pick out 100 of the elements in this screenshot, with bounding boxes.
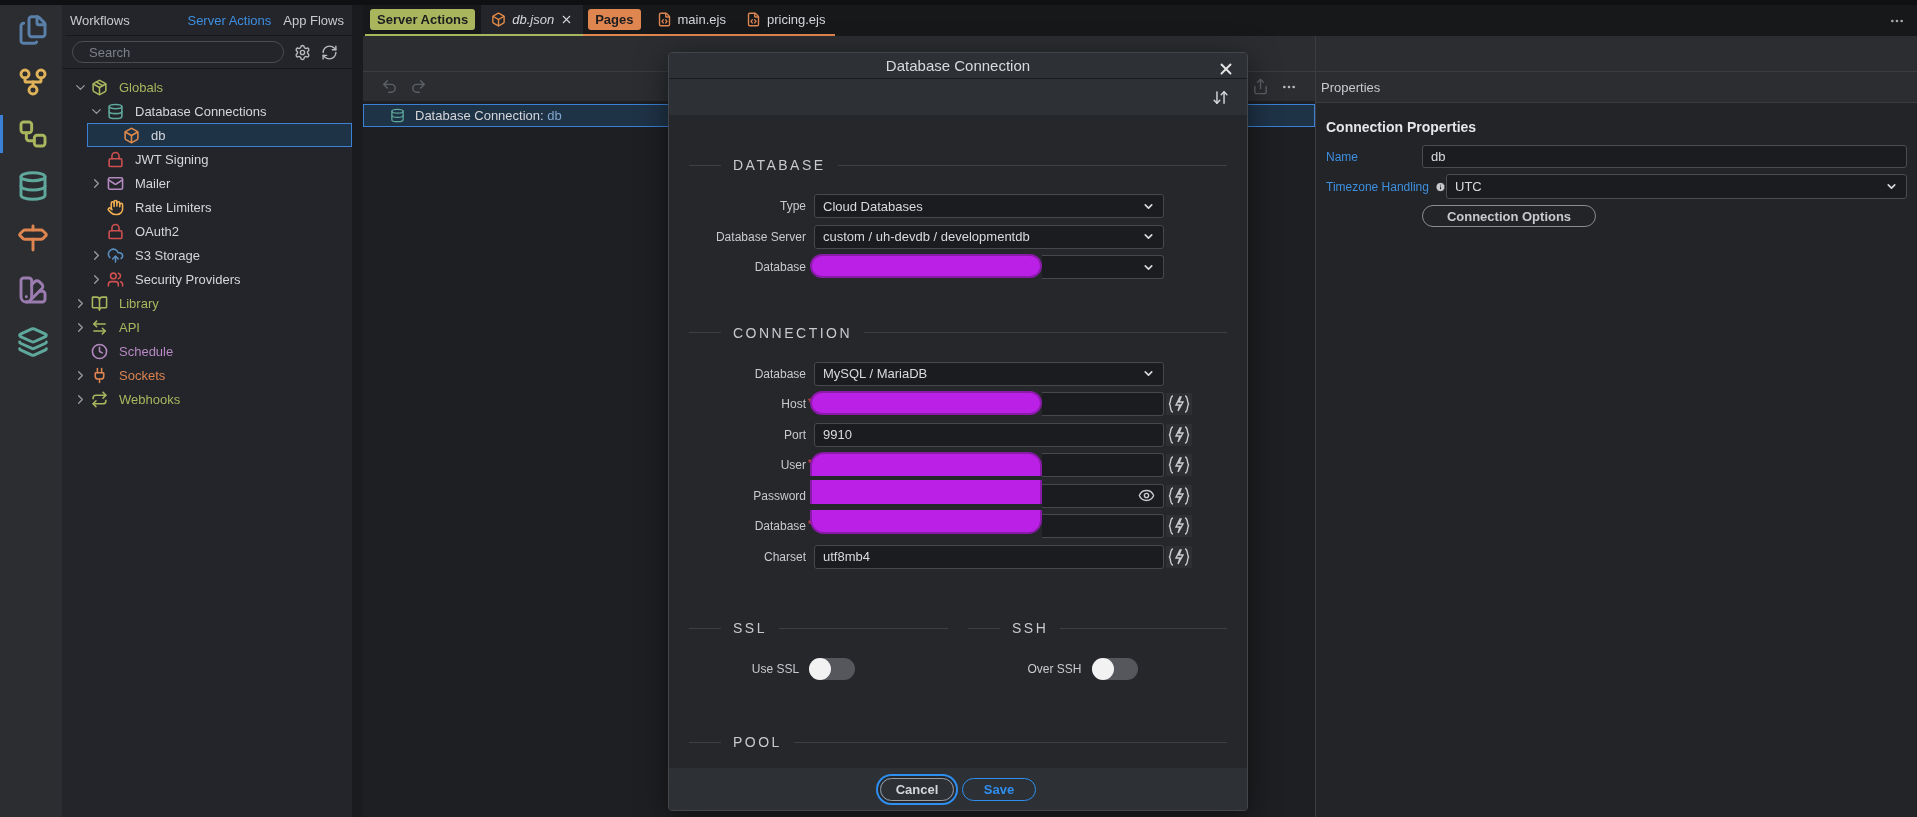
arrows-icon — [91, 318, 108, 336]
field-label: Database — [753, 260, 807, 275]
field-label: Password — [752, 488, 807, 503]
password-field[interactable] — [1042, 483, 1164, 508]
expression-icon[interactable] — [1168, 516, 1190, 537]
tree-item[interactable]: Sockets — [62, 363, 352, 387]
hand-icon — [107, 198, 124, 216]
plug-icon — [91, 366, 108, 384]
section-title: DATABASE — [733, 157, 826, 174]
signpost-icon — [16, 222, 49, 254]
property-label: Timezone Handling — [1326, 179, 1429, 194]
tree-label: Database Connections — [135, 103, 267, 119]
sidebar-tab[interactable]: Server Actions — [187, 12, 272, 28]
field-label: Charset — [762, 549, 807, 564]
cube-icon — [123, 126, 140, 144]
editor-tab[interactable]: db.json — [481, 5, 584, 34]
input-field[interactable] — [1042, 392, 1164, 417]
tree-item[interactable]: API — [62, 315, 352, 339]
tree-label: OAuth2 — [135, 223, 180, 239]
lock-icon — [107, 150, 124, 168]
users-icon — [107, 270, 124, 288]
database-icon — [107, 102, 124, 120]
expression-icon[interactable] — [1168, 485, 1190, 506]
section-title: SSL — [733, 620, 767, 637]
html-file-icon — [745, 12, 761, 27]
section-title: Connection Properties — [1326, 119, 1478, 135]
select-field[interactable]: Cloud Databases — [814, 194, 1164, 219]
tree-item[interactable]: Rate Limiters — [62, 195, 352, 219]
input-field[interactable]: db — [1422, 145, 1907, 168]
expression-icon[interactable] — [1168, 394, 1190, 415]
select-field[interactable]: custom / uh-devdb / developmentdb — [814, 224, 1164, 249]
tree-label: S3 Storage — [135, 247, 201, 263]
tree-label: Library — [119, 295, 159, 311]
field-label: Database — [753, 366, 807, 381]
tree-item[interactable]: Globals — [62, 75, 352, 99]
info-icon[interactable] — [1434, 180, 1446, 193]
toggle-switch[interactable] — [809, 658, 856, 681]
panel-title: Properties — [1321, 79, 1381, 95]
input-field[interactable] — [1042, 453, 1164, 478]
refresh-icon[interactable] — [321, 43, 338, 61]
step-label: Database Connection: db — [415, 108, 562, 123]
toggle-label: Over SSH — [1027, 662, 1082, 677]
tree-label: Sockets — [119, 367, 166, 383]
field-label: Database Server — [714, 229, 807, 244]
required-mark: * — [807, 457, 812, 470]
html-file-icon — [656, 12, 672, 27]
tree-label: Mailer — [135, 175, 171, 191]
expression-icon[interactable] — [1168, 455, 1190, 476]
section-title: CONNECTION — [733, 324, 853, 341]
tree-item[interactable]: Security Providers — [62, 267, 352, 291]
tree-item[interactable]: Mailer — [62, 171, 352, 195]
select-field[interactable] — [1042, 255, 1164, 280]
tree-item[interactable]: Database Connections — [62, 99, 352, 123]
sidebar-title: Workflows — [70, 12, 131, 28]
cube-icon — [491, 12, 507, 27]
toggle-label: Use SSL — [751, 662, 800, 677]
dialog-title: Database Connection — [885, 56, 1031, 74]
expression-icon[interactable] — [1168, 546, 1190, 567]
tab-group-label[interactable]: Pages — [588, 9, 641, 30]
input-field[interactable]: 9910 — [814, 422, 1164, 447]
tree-item[interactable]: Schedule — [62, 339, 352, 363]
cube-icon — [91, 78, 108, 96]
search-field[interactable]: Search — [72, 41, 284, 63]
tree-item[interactable]: JWT Signing — [62, 147, 352, 171]
settings-icon[interactable] — [294, 43, 311, 61]
tree-label: Rate Limiters — [135, 199, 212, 215]
tree-label: API — [119, 319, 140, 335]
section-title: POOL — [733, 734, 782, 751]
section-title: SSH — [1012, 620, 1049, 637]
tree-item[interactable]: Library — [62, 291, 352, 315]
clock-icon — [91, 342, 108, 360]
tree-item[interactable]: db — [87, 123, 352, 147]
field-label: Type — [779, 199, 807, 214]
tab-group-label[interactable]: Server Actions — [370, 9, 476, 30]
select-field[interactable]: UTC — [1446, 174, 1907, 199]
tree-label: Webhooks — [119, 391, 181, 407]
lock-icon — [107, 222, 124, 240]
layers-icon — [16, 326, 49, 358]
property-label: Name — [1326, 149, 1358, 164]
tree-label: Schedule — [119, 343, 174, 359]
editor-tab[interactable]: main.ejs — [646, 5, 736, 34]
field-label: User* — [779, 458, 813, 473]
repeat-icon — [91, 390, 108, 408]
expression-icon[interactable] — [1168, 424, 1190, 445]
tree-item[interactable]: S3 Storage — [62, 243, 352, 267]
database-icon — [390, 108, 405, 123]
field-label: Port — [783, 427, 807, 442]
input-field[interactable] — [1042, 514, 1164, 539]
tree-label: JWT Signing — [135, 151, 209, 167]
cloud-upload-icon — [107, 246, 124, 264]
sidebar-tab[interactable]: App Flows — [283, 12, 344, 28]
sort-icon[interactable] — [1212, 88, 1229, 106]
tree-label: Globals — [119, 79, 164, 95]
mail-icon — [107, 174, 124, 192]
input-field[interactable]: utf8mb4 — [814, 544, 1164, 569]
tree-item[interactable]: OAuth2 — [62, 219, 352, 243]
toggle-switch[interactable] — [1091, 658, 1138, 681]
editor-tab[interactable]: pricing.ejs — [735, 5, 836, 34]
select-field[interactable]: MySQL / MariaDB — [814, 361, 1164, 386]
tree-item[interactable]: Webhooks — [62, 387, 352, 411]
